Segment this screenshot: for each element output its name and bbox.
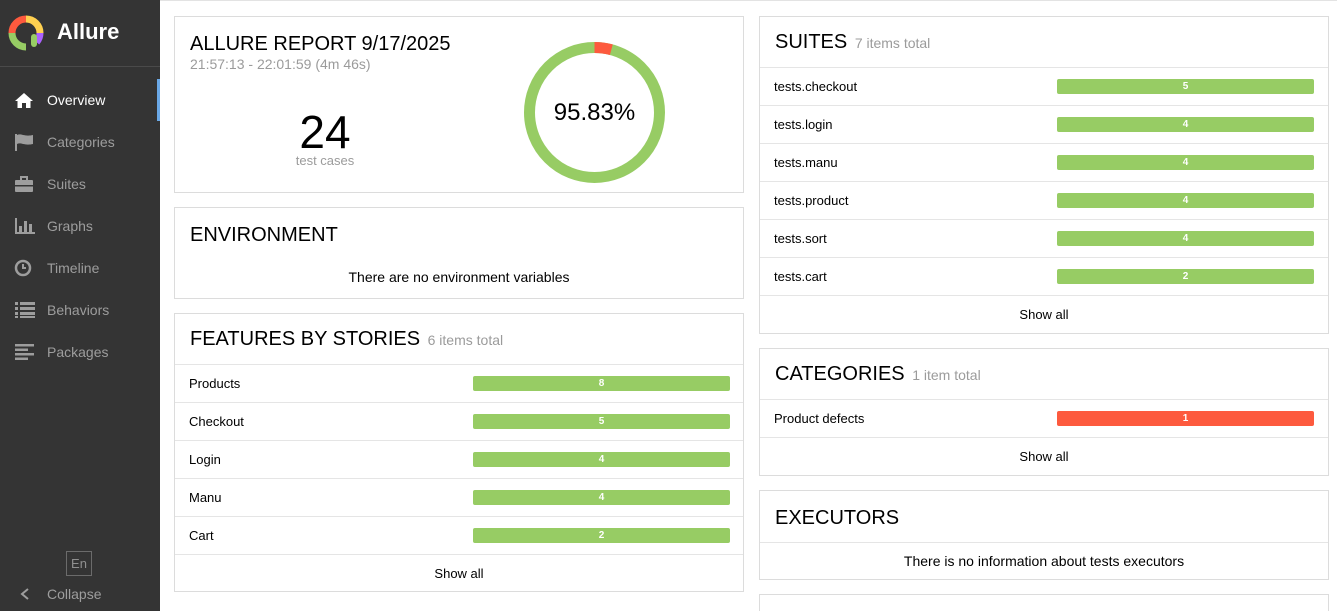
feature-bar: 4 [473, 452, 730, 467]
features-header: FEATURES BY STORIES 6 items total [175, 314, 743, 365]
list-item[interactable]: tests.cart 2 [760, 258, 1328, 296]
features-show-all-link[interactable]: Show all [175, 555, 743, 591]
list-item[interactable]: Cart 2 [175, 517, 743, 555]
list-item[interactable]: tests.sort 4 [760, 220, 1328, 258]
suite-bar: 4 [1057, 155, 1314, 170]
report-title: ALLURE REPORT 9/17/2025 [190, 33, 451, 55]
sidebar-item-overview[interactable]: Overview [0, 79, 160, 121]
categories-widget: CATEGORIES 1 item total Product defects 1… [759, 348, 1329, 476]
sidebar-item-behaviors[interactable]: Behaviors [0, 289, 160, 331]
features-title-text: FEATURES BY STORIES [190, 327, 421, 350]
sidebar-item-label: Behaviors [47, 302, 110, 318]
list-item[interactable]: Product defects 1 [760, 400, 1328, 438]
list-item[interactable]: tests.product 4 [760, 182, 1328, 220]
feature-bar: 4 [473, 490, 730, 505]
suite-name: tests.login [774, 117, 833, 132]
suites-header: SUITES 7 items total [760, 17, 1328, 68]
sidebar-item-label: Graphs [47, 218, 93, 234]
sidebar-item-label: Overview [47, 92, 106, 108]
list-item[interactable]: tests.checkout 5 [760, 68, 1328, 106]
allure-logo-icon [8, 15, 44, 51]
feature-name: Checkout [189, 414, 244, 429]
suites-title: SUITES 7 items total [775, 31, 930, 54]
list-item[interactable]: Checkout 5 [175, 403, 743, 441]
feature-name: Login [189, 452, 221, 467]
suite-bar: 2 [1057, 269, 1314, 284]
sidebar-item-graphs[interactable]: Graphs [0, 205, 160, 247]
sidebar-item-label: Timeline [47, 260, 100, 276]
categories-title-text: CATEGORIES [775, 362, 905, 385]
next-widget [759, 594, 1329, 611]
suite-bar: 4 [1057, 193, 1314, 208]
flag-icon [14, 133, 36, 151]
suites-count: 7 items total [854, 34, 931, 51]
suites-title-text: SUITES [775, 30, 848, 53]
categories-header: CATEGORIES 1 item total [760, 349, 1328, 400]
list-item[interactable]: Products 8 [175, 365, 743, 403]
language-button[interactable]: En [66, 551, 92, 576]
list-item[interactable]: tests.login 4 [760, 106, 1328, 144]
sidebar: Allure Overview Categories Suites Graphs [0, 0, 160, 611]
briefcase-icon [14, 175, 36, 193]
environment-widget: ENVIRONMENT There are no environment var… [174, 207, 744, 299]
environment-title: ENVIRONMENT [190, 224, 338, 246]
sidebar-item-packages[interactable]: Packages [0, 331, 160, 373]
executors-title: EXECUTORS [775, 507, 900, 529]
executors-empty-message: There is no information about tests exec… [903, 553, 1185, 569]
report-time-range: 21:57:13 - 22:01:59 (4m 46s) [190, 56, 371, 72]
top-border [160, 0, 1337, 2]
list-item[interactable]: Manu 4 [175, 479, 743, 517]
bar-chart-icon [14, 217, 36, 235]
features-title: FEATURES BY STORIES 6 items total [190, 328, 503, 351]
feature-bar: 8 [473, 376, 730, 391]
feature-name: Cart [189, 528, 214, 543]
feature-name: Products [189, 376, 241, 391]
suite-name: tests.sort [774, 231, 827, 246]
suite-name: tests.cart [774, 269, 827, 284]
categories-title: CATEGORIES 1 item total [775, 363, 981, 386]
list-item[interactable]: Login 4 [175, 441, 743, 479]
clock-icon [14, 259, 36, 277]
category-bar: 1 [1057, 411, 1314, 426]
environment-empty-message: There are no environment variables [348, 269, 570, 285]
sidebar-item-suites[interactable]: Suites [0, 163, 160, 205]
list-item[interactable]: tests.manu 4 [760, 144, 1328, 182]
brand[interactable]: Allure [0, 0, 160, 67]
divider [760, 542, 1328, 543]
suites-widget: SUITES 7 items total tests.checkout 5 tes… [759, 16, 1329, 334]
suites-show-all-link[interactable]: Show all [760, 296, 1328, 332]
sidebar-item-label: Packages [47, 344, 109, 360]
executors-widget: EXECUTORS There is no information about … [759, 490, 1329, 580]
category-name: Product defects [774, 411, 865, 426]
sidebar-nav: Overview Categories Suites Graphs Timeli… [0, 79, 160, 373]
features-by-stories-widget: FEATURES BY STORIES 6 items total Produc… [174, 313, 744, 592]
feature-bar: 5 [473, 414, 730, 429]
suite-bar: 5 [1057, 79, 1314, 94]
list-icon [14, 301, 36, 319]
feature-name: Manu [189, 490, 222, 505]
app-name: Allure [57, 19, 120, 44]
categories-count: 1 item total [912, 366, 981, 383]
suite-name: tests.manu [774, 155, 838, 170]
chevron-left-icon [14, 588, 36, 600]
collapse-label: Collapse [47, 586, 102, 602]
categories-show-all-link[interactable]: Show all [760, 438, 1328, 474]
suite-name: tests.checkout [774, 79, 858, 94]
align-left-icon [14, 343, 36, 361]
sidebar-item-timeline[interactable]: Timeline [0, 247, 160, 289]
features-count: 6 items total [427, 331, 504, 348]
sidebar-item-label: Suites [47, 176, 86, 192]
feature-bar: 2 [473, 528, 730, 543]
summary-widget: ALLURE REPORT 9/17/2025 21:57:13 - 22:01… [174, 16, 744, 193]
collapse-button[interactable]: Collapse [14, 586, 101, 602]
test-case-count: 24 [299, 106, 351, 158]
sidebar-item-label: Categories [47, 134, 115, 150]
suite-bar: 4 [1057, 231, 1314, 246]
home-icon [14, 91, 36, 109]
suite-bar: 4 [1057, 117, 1314, 132]
success-rate-label: 95.83% [553, 98, 636, 126]
suite-name: tests.product [774, 193, 849, 208]
sidebar-item-categories[interactable]: Categories [0, 121, 160, 163]
test-case-count-label: test cases [295, 153, 355, 168]
